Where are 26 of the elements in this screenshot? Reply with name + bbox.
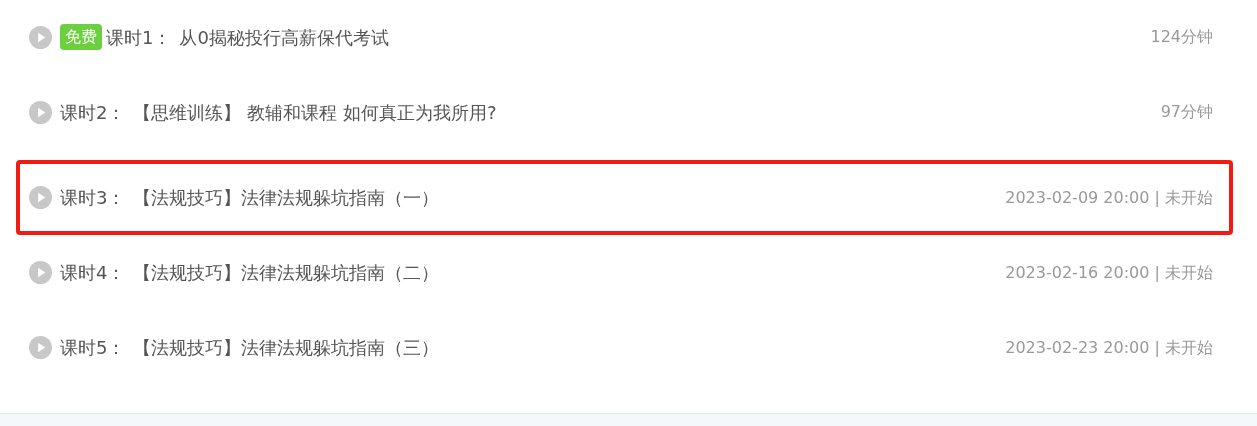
lesson-number: 课时4：: [60, 261, 126, 285]
lesson-title[interactable]: 【法规技巧】法律法规躲坑指南（三）: [133, 334, 440, 361]
lesson-meta: 2023-02-23 20:00 | 未开始: [1005, 336, 1213, 359]
lesson-title[interactable]: 从0揭秘投行高薪保代考试: [179, 23, 389, 51]
lesson-meta: 124分钟: [1150, 26, 1213, 48]
lesson-meta: 97分钟: [1160, 101, 1213, 123]
play-icon: [29, 336, 52, 359]
play-icon: [29, 25, 52, 49]
lesson-number: 课时2：: [60, 100, 126, 125]
lesson-title[interactable]: 【法规技巧】法律法规躲坑指南（一）: [133, 184, 440, 211]
lesson-title[interactable]: 【法规技巧】法律法规躲坑指南（二）: [133, 259, 440, 286]
lesson-row[interactable]: 课时3： 【法规技巧】法律法规躲坑指南（一） 2023-02-09 20:00 | 未开始: [16, 160, 1233, 235]
lesson-row[interactable]: 课时5： 【法规技巧】法律法规躲坑指南（三） 2023-02-23 20:00 | 未开始: [16, 310, 1233, 385]
lesson-number: 课时5：: [60, 336, 126, 360]
lesson-row[interactable]: 免费 课时1： 从0揭秘投行高薪保代考试 124分钟: [16, 10, 1233, 64]
lesson-row[interactable]: 课时2： 【思维训练】 教辅和课程 如何真正为我所用? 97分钟: [16, 64, 1233, 160]
play-icon: [29, 186, 52, 209]
lesson-number: 课时3：: [60, 186, 126, 210]
lesson-meta: 2023-02-16 20:00 | 未开始: [1005, 261, 1213, 284]
free-badge: 免费: [60, 24, 102, 50]
lesson-title[interactable]: 【思维训练】 教辅和课程 如何真正为我所用?: [133, 98, 497, 126]
play-icon: [29, 261, 52, 284]
lesson-row[interactable]: 课时4： 【法规技巧】法律法规躲坑指南（二） 2023-02-16 20:00 | 未开始: [16, 235, 1233, 310]
lesson-meta: 2023-02-09 20:00 | 未开始: [1005, 186, 1213, 209]
play-icon: [29, 100, 52, 124]
lesson-number: 课时1：: [106, 25, 172, 50]
